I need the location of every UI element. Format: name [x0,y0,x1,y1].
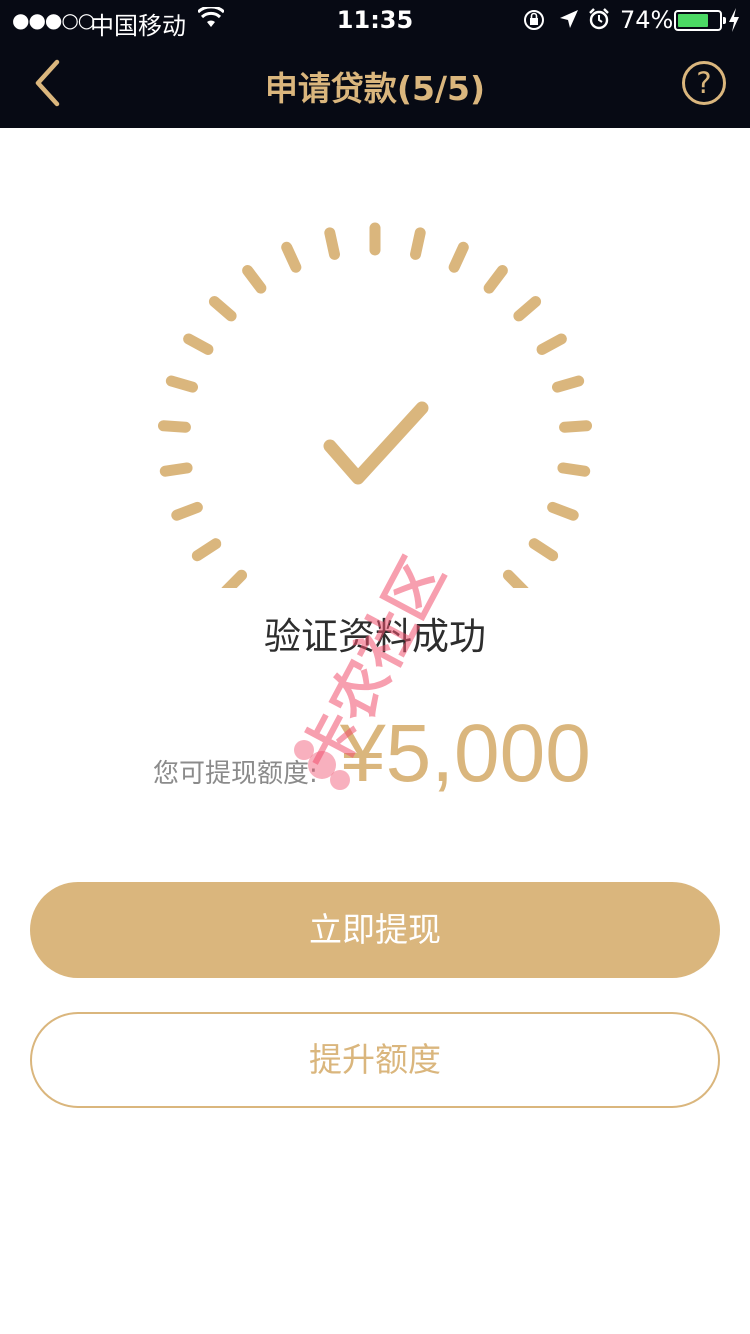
withdraw-now-button[interactable]: 立即提现 [30,882,720,978]
gauge-tick [221,569,248,588]
gauge-tick [165,375,199,393]
battery-fill [678,14,708,27]
battery-icon [674,10,726,31]
success-message: 验证资料成功 [264,615,486,658]
page-title: 申请贷款(5/5) [264,69,486,108]
raise-limit-button[interactable]: 提升额度 [30,1012,720,1108]
success-gauge [157,222,593,588]
gauge-tick [559,420,593,433]
gauge-tick [410,227,426,260]
gauge-tick [242,265,267,294]
help-button[interactable]: ? [682,61,726,105]
gauge-tick [191,538,222,562]
gauge-tick [183,333,214,355]
status-bar: ●●●○○ 中国移动 11:35 74% [0,0,750,40]
alarm-icon [589,8,609,30]
gauge-tick [171,501,203,521]
gauge-tick [159,462,193,477]
gauge-tick [551,375,585,393]
gauge-tick [557,462,591,477]
gauge-ticks [157,222,593,588]
gauge-tick [324,227,340,260]
gauge-tick [157,420,191,433]
battery-nub [723,17,726,24]
amount-value: ¥5,000 [340,708,591,799]
rotation-lock-icon [524,10,544,30]
gauge-tick [208,296,237,322]
gauge-tick [448,241,469,273]
nav-bar: 申请贷款(5/5) ? [0,40,750,128]
gauge-tick [536,333,567,355]
charging-bolt-icon [729,8,739,32]
location-arrow-icon [560,10,578,28]
gauge-tick [281,241,302,273]
amount-label: 您可提现额度: [153,759,318,789]
gauge-tick [528,538,559,562]
gauge-tick [513,296,542,322]
gauge-tick [547,501,579,521]
checkmark-icon [323,401,429,485]
gauge-tick [483,265,508,294]
battery-percent: 74% [620,6,674,34]
gauge-tick [502,569,529,588]
amount-row: 您可提现额度: ¥5,000 [0,705,750,805]
